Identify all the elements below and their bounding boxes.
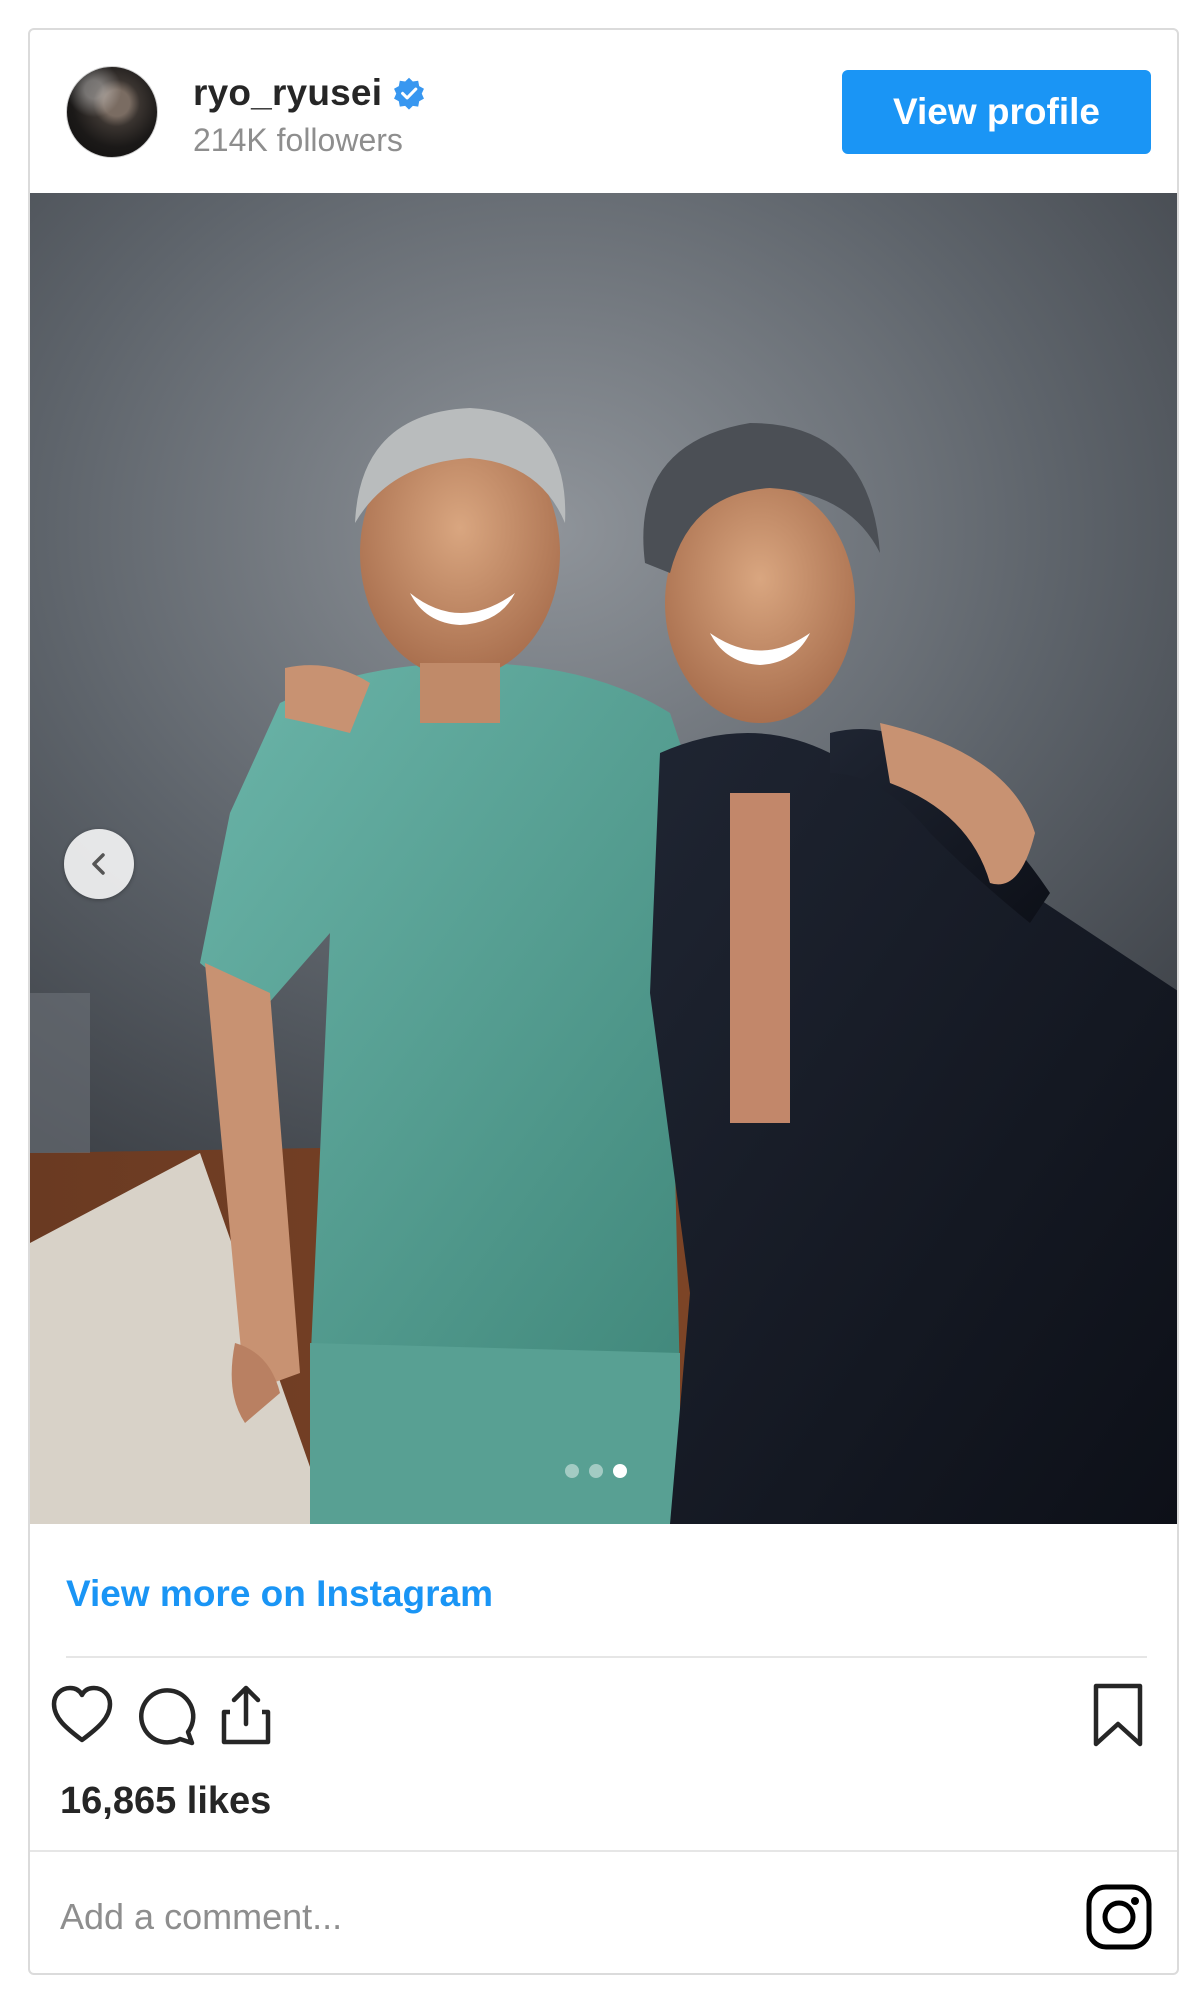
share-icon[interactable] (210, 1680, 282, 1752)
view-more-on-instagram-link[interactable]: View more on Instagram (66, 1573, 493, 1615)
follower-count: 214K followers (193, 122, 403, 158)
carousel-dot-active[interactable] (613, 1464, 627, 1478)
divider (30, 1850, 1177, 1852)
avatar[interactable] (66, 66, 158, 158)
photo-illustration (30, 193, 1177, 1524)
post-header: ryo_ryusei 214K followers View profile (30, 30, 1177, 193)
instagram-embed-card: ryo_ryusei 214K followers View profile V… (28, 28, 1179, 1975)
carousel-indicator (565, 1464, 627, 1478)
carousel-dot[interactable] (565, 1464, 579, 1478)
previous-slide-button[interactable] (64, 829, 134, 899)
chevron-left-icon (92, 853, 105, 875)
heart-icon[interactable] (46, 1680, 118, 1752)
instagram-logo-icon[interactable] (1084, 1882, 1154, 1952)
view-profile-button[interactable]: View profile (842, 70, 1151, 154)
post-photo[interactable] (30, 193, 1177, 1524)
divider (66, 1656, 1147, 1658)
like-count[interactable]: 16,865 likes (60, 1780, 271, 1823)
action-bar (30, 1680, 1177, 1770)
verified-badge-icon (394, 77, 425, 110)
comment-icon[interactable] (130, 1680, 202, 1752)
carousel-dot[interactable] (589, 1464, 603, 1478)
username[interactable]: ryo_ryusei (193, 72, 382, 114)
bookmark-icon[interactable] (1082, 1680, 1154, 1752)
comment-input[interactable] (60, 1892, 760, 1942)
username-row: ryo_ryusei (193, 72, 426, 114)
